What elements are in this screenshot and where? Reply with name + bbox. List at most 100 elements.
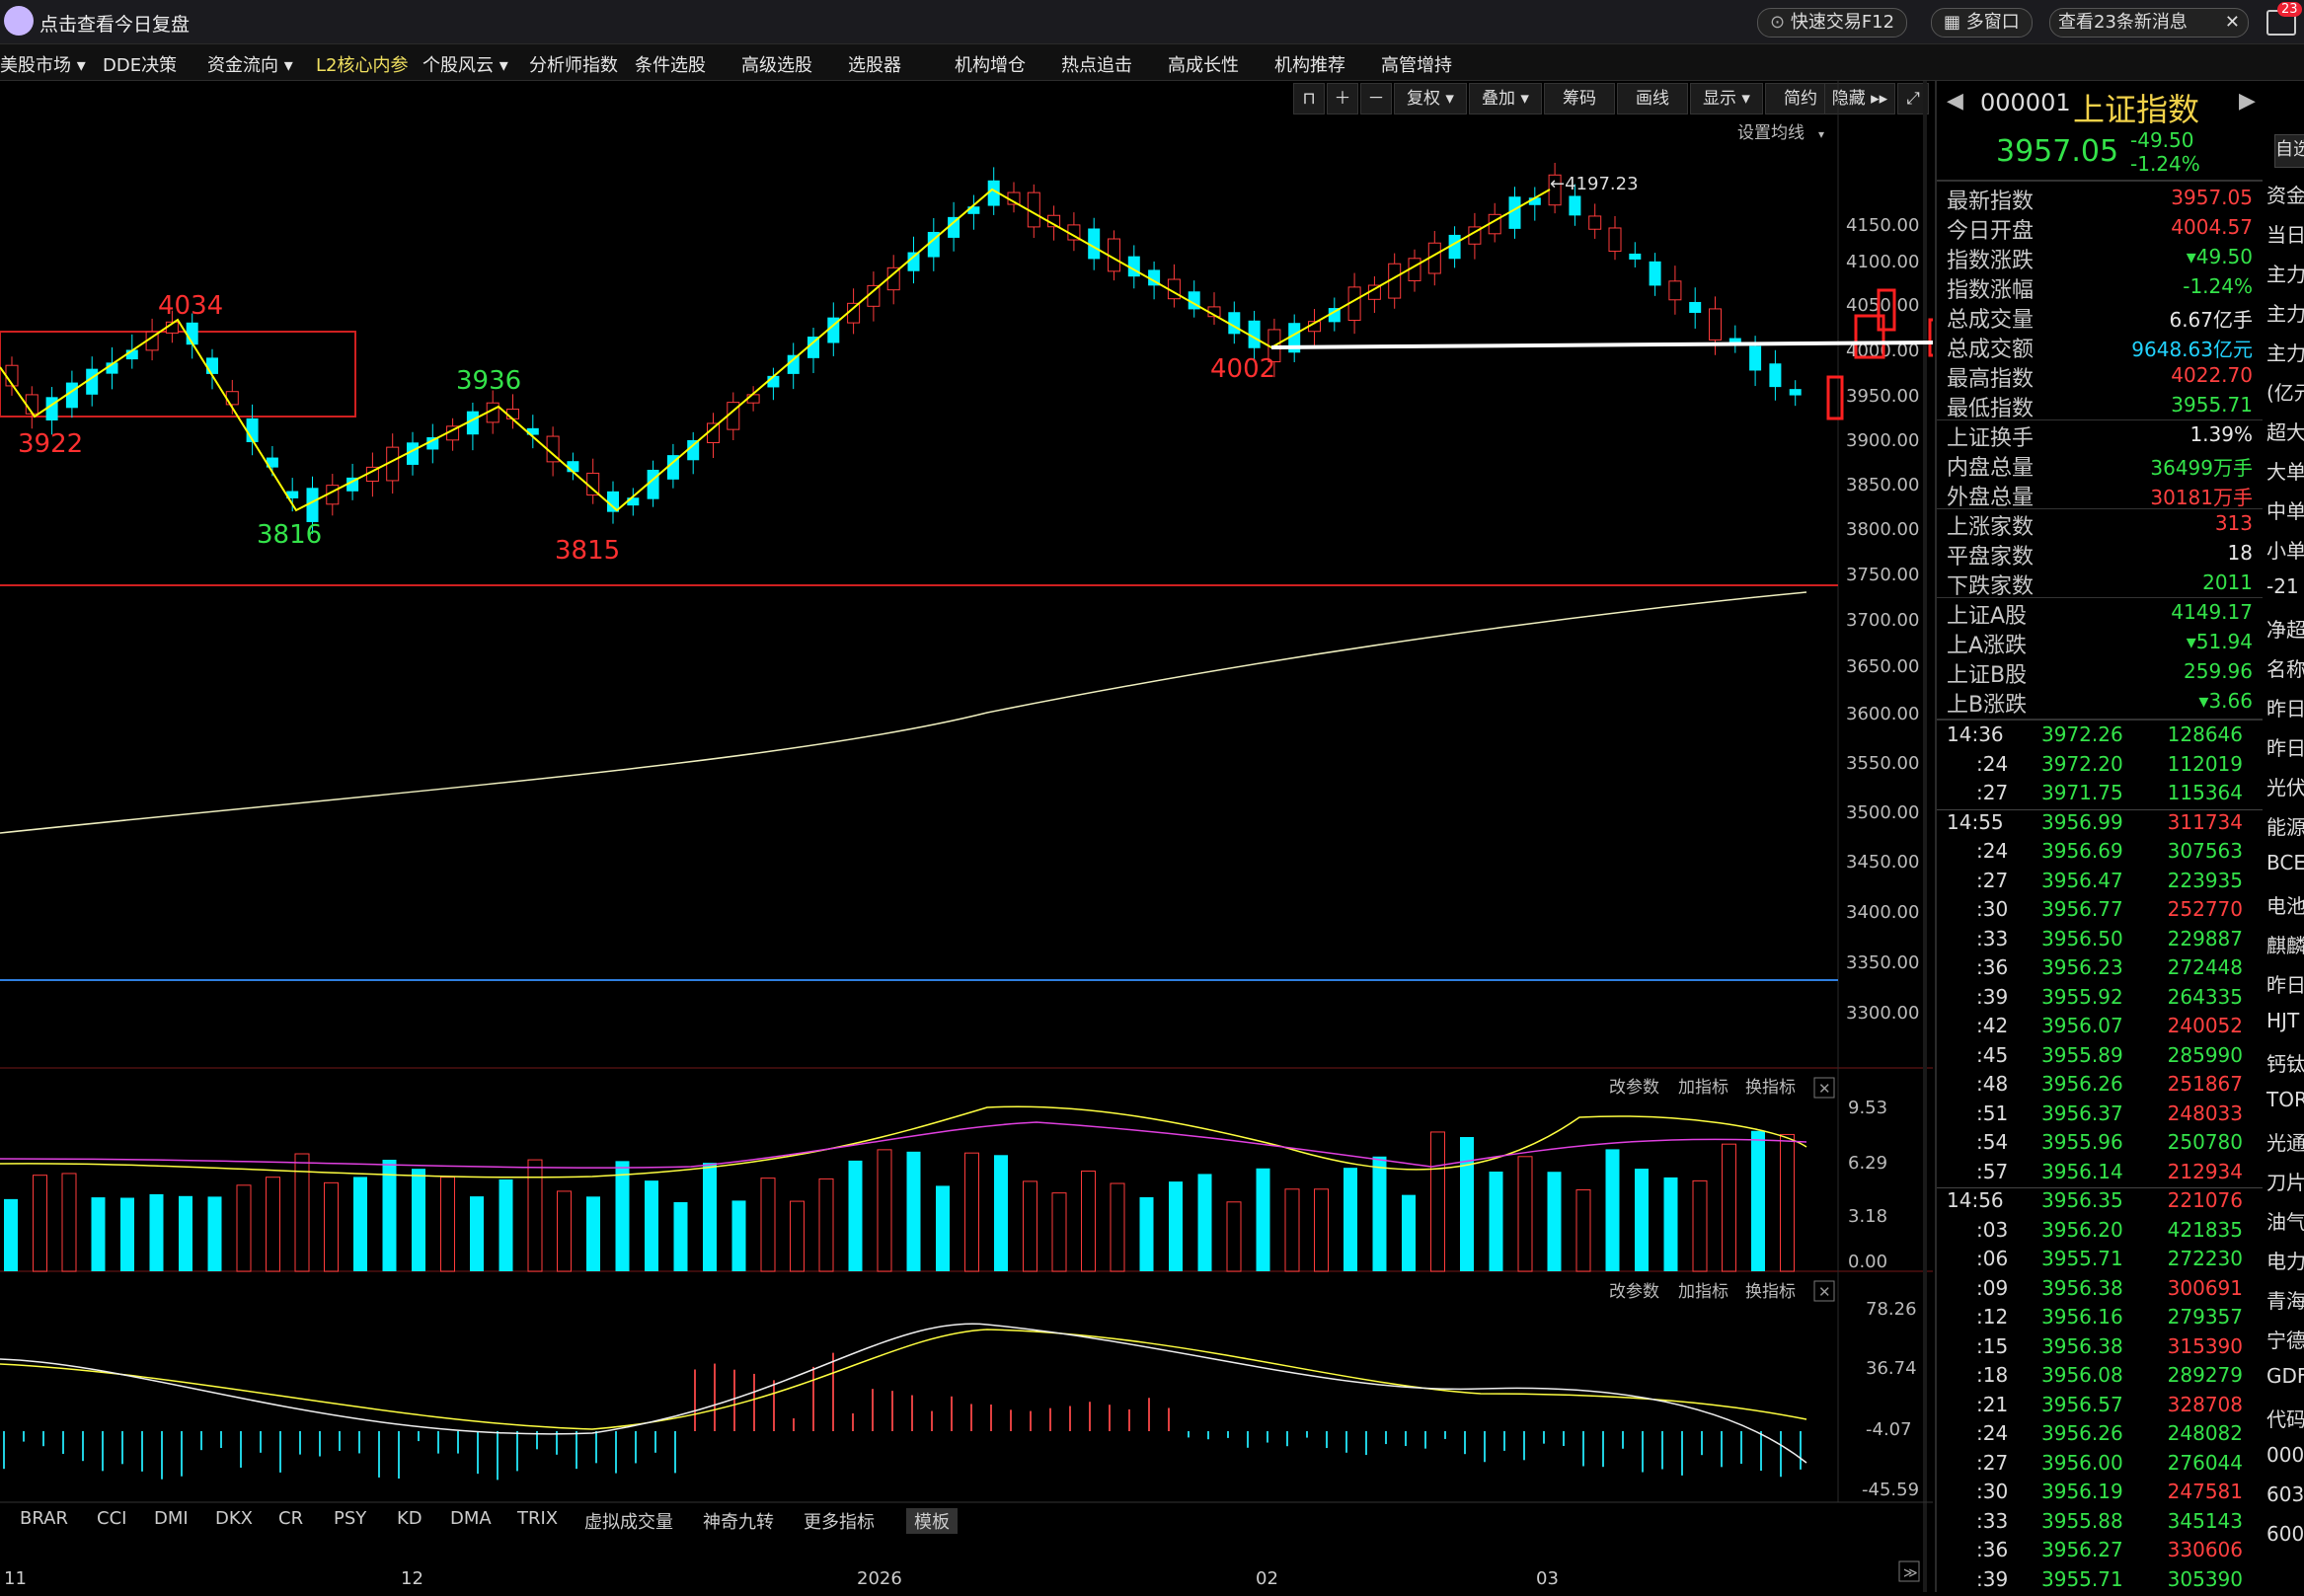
volume-bar xyxy=(1751,1130,1765,1271)
tab-virtual-volume[interactable]: 虚拟成交量 xyxy=(584,1508,673,1534)
side-strip-item[interactable]: 青海 xyxy=(2266,1285,2304,1314)
side-strip-item[interactable]: 资金 xyxy=(2266,180,2304,208)
tick-time: 14:55 xyxy=(1947,809,2004,834)
side-strip-item[interactable]: 光通 xyxy=(2266,1127,2304,1156)
tick-price: 3956.19 xyxy=(2041,1480,2123,1503)
side-strip-item[interactable]: (亿元) xyxy=(2266,377,2304,406)
side-strip-item[interactable]: 超大 xyxy=(2266,417,2304,445)
candle xyxy=(948,216,960,238)
side-strip-item[interactable]: 刀片 xyxy=(2266,1167,2304,1195)
menu-analyst-index[interactable]: 分析师指数 xyxy=(529,51,618,77)
fast-trade-button[interactable]: ⊙ 快速交易F12 xyxy=(1757,8,1908,38)
next-stock-icon[interactable]: ▶ xyxy=(2239,89,2256,114)
side-strip-item[interactable]: HJT xyxy=(2266,1009,2299,1032)
vol-params-link[interactable]: 改参数 xyxy=(1609,1078,1659,1098)
side-strip-item[interactable]: -21 xyxy=(2266,574,2299,598)
side-strip-item[interactable]: 麒麟 xyxy=(2266,930,2304,958)
vol-add-link[interactable]: 加指标 xyxy=(1678,1078,1728,1098)
menu-stock-wind[interactable]: 个股风云 ▾ xyxy=(422,51,508,77)
tab-magic-nine[interactable]: 神奇九转 xyxy=(703,1508,774,1534)
menu-inst-recommend[interactable]: 机构推荐 xyxy=(1274,51,1345,77)
side-strip-item[interactable]: 昨日 xyxy=(2266,969,2304,998)
prev-stock-icon[interactable]: ◀ xyxy=(1947,89,1963,114)
side-strip-item[interactable]: 主力 xyxy=(2266,298,2304,327)
tick-price: 3972.20 xyxy=(2041,751,2123,776)
tab-template[interactable]: 模板 xyxy=(906,1508,958,1534)
tick-row: :45 3955.89 285990 xyxy=(1937,1043,2253,1072)
volume-bar xyxy=(91,1197,106,1271)
side-strip-item[interactable]: 能源 xyxy=(2266,811,2304,840)
macd-add-link[interactable]: 加指标 xyxy=(1678,1282,1728,1302)
side-strip-item[interactable]: BCE xyxy=(2266,851,2304,874)
tab-trix[interactable]: TRIX xyxy=(517,1508,558,1529)
tick-row: :24 3956.26 248082 xyxy=(1937,1421,2253,1450)
volume-bar xyxy=(1692,1179,1708,1272)
menu-capital-flow[interactable]: 资金流向 ▾ xyxy=(207,51,293,77)
volume-bar xyxy=(790,1200,805,1272)
tab-kd[interactable]: KD xyxy=(397,1508,422,1529)
menu-inst-increase[interactable]: 机构增仓 xyxy=(955,51,1026,77)
menu-dde[interactable]: DDE决策 xyxy=(103,51,177,77)
tab-brar[interactable]: BRAR xyxy=(20,1508,68,1529)
side-strip-item[interactable]: 当日 xyxy=(2266,219,2304,248)
vol-swap-link[interactable]: 换指标 xyxy=(1745,1078,1796,1098)
side-strip-item[interactable]: 昨日 xyxy=(2266,732,2304,761)
volume-bar xyxy=(731,1200,746,1271)
kline-chart-svg[interactable]: 设置均线 ▾ 4150.00 4100.00 4050.00 4000.00 3… xyxy=(0,81,2085,1592)
side-strip-item[interactable]: TOR xyxy=(2266,1088,2304,1111)
side-strip-item[interactable]: 6033 xyxy=(2266,1482,2304,1506)
quote-label: 最高指数 xyxy=(1947,367,2035,392)
side-strip-item[interactable]: 昨日 xyxy=(2266,693,2304,722)
side-strip-item[interactable]: 中单 xyxy=(2266,495,2304,524)
side-strip-item[interactable]: 电池 xyxy=(2266,890,2304,919)
window-title[interactable]: 点击查看今日复盘 xyxy=(39,10,190,37)
tab-psy[interactable]: PSY xyxy=(334,1508,366,1529)
tick-time: :27 xyxy=(1976,868,2009,892)
side-strip-item[interactable]: 小单 xyxy=(2266,535,2304,564)
menu-condition-select[interactable]: 条件选股 xyxy=(635,51,706,77)
tab-dma[interactable]: DMA xyxy=(450,1508,492,1529)
side-strip-item[interactable]: 主力 xyxy=(2266,259,2304,287)
side-strip-item[interactable]: 名称 xyxy=(2266,653,2304,682)
tab-cr[interactable]: CR xyxy=(278,1508,303,1529)
side-strip-item[interactable]: 0000 xyxy=(2266,1443,2304,1467)
menu-exec-increase[interactable]: 高管增持 xyxy=(1381,51,1452,77)
watchlist-button[interactable]: 自选 xyxy=(2274,134,2304,168)
side-strip-item[interactable]: 光伏 xyxy=(2266,772,2304,800)
menu-hotspot[interactable]: 热点追击 xyxy=(1061,51,1132,77)
volume-bar xyxy=(1780,1133,1795,1272)
side-strip-item[interactable]: 大单 xyxy=(2266,456,2304,485)
tab-cci[interactable]: CCI xyxy=(97,1508,126,1529)
menu-us-market[interactable]: 美股市场 ▾ xyxy=(0,51,86,77)
price-tick: 4100.00 xyxy=(1846,252,1919,272)
news-close-icon[interactable]: ✕ xyxy=(2225,9,2240,37)
menu-high-growth[interactable]: 高成长性 xyxy=(1168,51,1239,77)
tick-volume: 212934 xyxy=(2167,1159,2243,1183)
side-strip-item[interactable]: 油气 xyxy=(2266,1206,2304,1235)
chart-area[interactable]: 设置均线 ▾ 4150.00 4100.00 4050.00 4000.00 3… xyxy=(0,81,2085,1592)
side-strip-item[interactable]: 电力 xyxy=(2266,1246,2304,1274)
side-strip-item[interactable]: GDF xyxy=(2266,1364,2304,1388)
side-strip-item[interactable]: 主力 xyxy=(2266,338,2304,366)
tab-more-indicators[interactable]: 更多指标 xyxy=(804,1508,875,1534)
menu-advanced-select[interactable]: 高级选股 xyxy=(741,51,812,77)
multi-window-button[interactable]: ▦ 多窗口 xyxy=(1931,8,2033,38)
volume-bar xyxy=(1402,1194,1416,1271)
menu-selector[interactable]: 选股器 xyxy=(848,51,901,77)
side-strip-item[interactable]: 6003 xyxy=(2266,1522,2304,1546)
side-strip-item[interactable]: 代码 xyxy=(2266,1404,2304,1432)
side-strip-item[interactable]: 宁德 xyxy=(2266,1325,2304,1353)
set-ma-label[interactable]: 设置均线 xyxy=(1737,123,1805,143)
side-strip-item[interactable]: 钙钛 xyxy=(2266,1048,2304,1077)
side-strip-item[interactable]: 净超 xyxy=(2266,614,2304,643)
quote-value: 2011 xyxy=(2202,570,2253,594)
candle xyxy=(25,394,38,415)
tab-dmi[interactable]: DMI xyxy=(154,1508,189,1529)
tab-dkx[interactable]: DKX xyxy=(215,1508,253,1529)
volume-bar xyxy=(1635,1169,1649,1271)
news-button[interactable]: 查看23条新消息 ✕ xyxy=(2049,8,2249,38)
menu-l2[interactable]: L2核心内参 xyxy=(316,51,408,77)
macd-params-link[interactable]: 改参数 xyxy=(1609,1282,1659,1302)
macd-swap-link[interactable]: 换指标 xyxy=(1745,1282,1796,1302)
candle xyxy=(867,284,881,307)
